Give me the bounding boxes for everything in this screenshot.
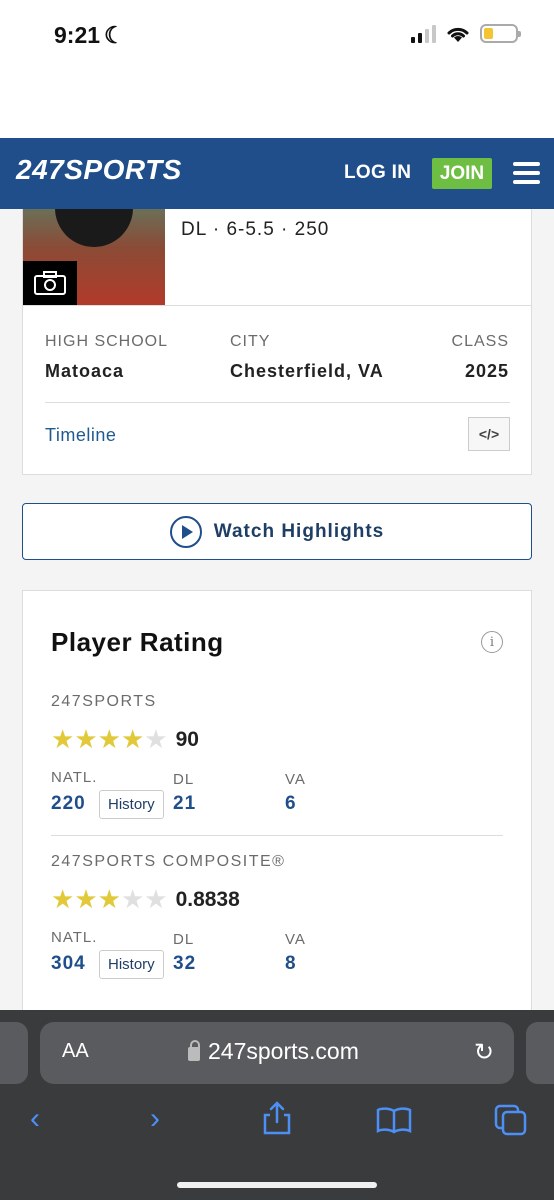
join-button[interactable]: JOIN <box>432 158 492 189</box>
star-icon: ★ <box>74 725 98 755</box>
browser-toolbar: AA 247sports.com ↻ ‹ › <box>0 1010 554 1200</box>
rating-score: 0.8838 <box>175 888 240 911</box>
site-logo[interactable]: 247SPORTS <box>16 154 182 186</box>
rating-source-247sports: 247SPORTS <box>51 693 157 710</box>
star-rating: ★ ★ ★ ★ ★ 90 <box>51 727 199 753</box>
star-icon: ★ <box>120 725 145 755</box>
star-icon: ★ <box>97 725 121 755</box>
state-rank[interactable]: 6 <box>285 793 297 815</box>
reload-icon[interactable]: ↻ <box>474 1038 494 1067</box>
camera-icon[interactable] <box>23 261 77 305</box>
star-icon: ★ <box>144 725 168 755</box>
star-rating: ★ ★ ★ ★ ★ 0.8838 <box>51 887 240 913</box>
star-icon: ★ <box>144 885 168 915</box>
history-button[interactable]: History <box>99 950 164 979</box>
back-icon[interactable]: ‹ <box>30 1102 40 1136</box>
address-bar[interactable]: AA 247sports.com ↻ <box>40 1022 514 1084</box>
state-label: VA <box>285 771 306 788</box>
info-icon[interactable]: i <box>481 631 503 653</box>
star-icon: ★ <box>120 885 145 915</box>
city-field: CITY Chesterfield, VA <box>230 333 384 382</box>
status-bar: 9:21 ☾ <box>0 0 554 138</box>
position-label: DL <box>173 771 195 788</box>
natl-rank[interactable]: 220 <box>51 793 86 815</box>
position-rank[interactable]: 21 <box>173 793 196 815</box>
url-display[interactable]: 247sports.com <box>188 1038 359 1065</box>
player-rating-card: Player Rating i 247SPORTS ★ ★ ★ ★ ★ 90 NATL.… <box>22 590 532 1020</box>
moon-icon: ☾ <box>104 22 125 48</box>
player-profile-card: DL · 6-5.5 · 250 HIGH SCHOOL Matoaca CIT… <box>22 209 532 475</box>
star-icon: ★ <box>74 885 98 915</box>
rating-source-composite: 247SPORTS COMPOSITE® <box>51 853 286 870</box>
wifi-icon <box>447 27 469 42</box>
divider <box>45 402 510 403</box>
share-icon[interactable] <box>262 1100 292 1144</box>
timeline-link[interactable]: Timeline <box>45 425 116 446</box>
player-rating-title: Player Rating <box>51 627 224 657</box>
next-tab-peek[interactable] <box>526 1022 554 1084</box>
play-icon <box>169 515 202 548</box>
natl-label: NATL. <box>51 769 98 786</box>
position-label: DL <box>173 931 195 948</box>
url-text: 247sports.com <box>208 1038 359 1064</box>
tabs-icon[interactable] <box>494 1104 528 1144</box>
natl-rank[interactable]: 304 <box>51 953 86 975</box>
forward-icon[interactable]: › <box>150 1102 160 1136</box>
rating-score: 90 <box>175 728 199 751</box>
login-link[interactable]: LOG IN <box>344 162 411 184</box>
site-header: 247SPORTS LOG IN JOIN <box>0 138 554 209</box>
cellular-signal-icon <box>411 24 436 43</box>
status-icons <box>411 24 521 43</box>
position-rank[interactable]: 32 <box>173 953 196 975</box>
bookmarks-icon[interactable] <box>376 1106 412 1142</box>
divider <box>23 305 531 306</box>
aa-label: AA <box>62 1040 89 1062</box>
history-button[interactable]: History <box>99 790 164 819</box>
previous-tab-peek[interactable] <box>0 1022 28 1084</box>
lock-icon <box>188 1039 200 1061</box>
star-icon: ★ <box>51 885 75 915</box>
class-value: 2025 <box>464 361 509 381</box>
embed-code-icon[interactable]: </> <box>468 417 510 451</box>
status-time: 9:21 ☾ <box>54 22 125 49</box>
city-label: CITY <box>230 333 271 350</box>
class-field: CLASS 2025 <box>452 333 509 382</box>
clock-text: 9:21 <box>54 22 101 48</box>
city-value: Chesterfield, VA <box>230 361 384 381</box>
player-photo[interactable] <box>23 209 165 305</box>
star-icon: ★ <box>51 725 75 755</box>
class-label: CLASS <box>451 333 509 350</box>
watch-highlights-button[interactable]: Watch Highlights <box>22 503 532 560</box>
home-indicator[interactable] <box>177 1182 377 1188</box>
high-school-value[interactable]: Matoaca <box>45 361 168 382</box>
player-bio: DL · 6-5.5 · 250 <box>181 219 330 240</box>
reader-text-size-button[interactable]: AA <box>62 1040 89 1063</box>
high-school-field: HIGH SCHOOL Matoaca <box>45 333 168 382</box>
hamburger-menu-icon[interactable] <box>513 162 540 184</box>
natl-label: NATL. <box>51 929 98 946</box>
battery-icon <box>480 24 521 43</box>
high-school-label: HIGH SCHOOL <box>45 333 169 350</box>
state-label: VA <box>285 931 306 948</box>
state-rank[interactable]: 8 <box>285 953 297 975</box>
divider <box>51 835 503 836</box>
watch-highlights-label: Watch Highlights <box>213 520 385 542</box>
star-icon: ★ <box>97 885 121 915</box>
